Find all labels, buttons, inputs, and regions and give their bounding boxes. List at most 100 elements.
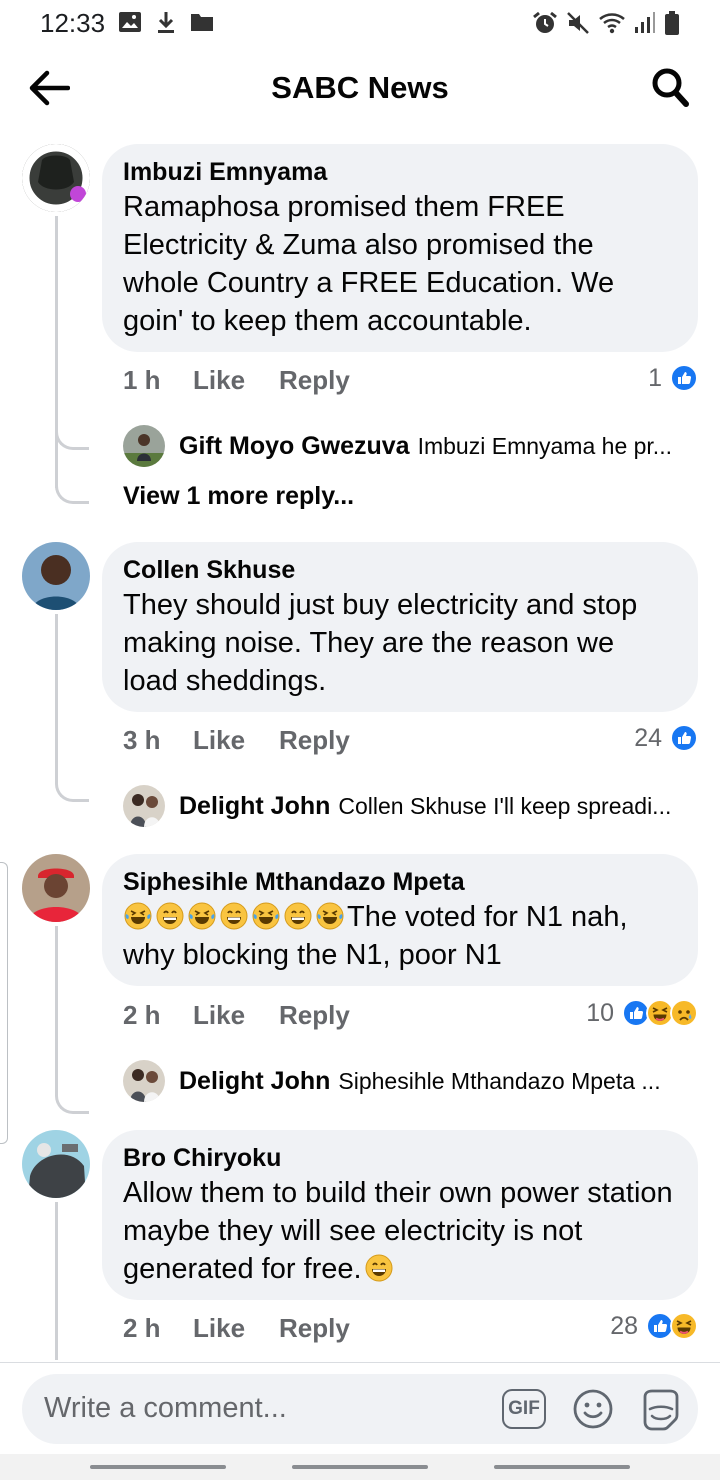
like-reaction-icon [670, 724, 698, 752]
comment-actions: 2 h Like Reply [123, 997, 350, 1033]
emoji-group [123, 901, 347, 933]
reply-button[interactable]: Reply [279, 365, 350, 396]
reaction-count: 24 [634, 723, 662, 752]
comment-bubble[interactable]: Bro Chiryoku Allow them to build their o… [102, 1130, 698, 1300]
grin-emoji [283, 901, 313, 931]
comment-time[interactable]: 2 h [123, 1000, 193, 1031]
reply-preview[interactable]: Delight John Collen Skhuse I'll keep spr… [123, 785, 703, 827]
reply-connector [55, 480, 89, 504]
folder-icon [190, 12, 214, 37]
laughing-tears-emoji [251, 901, 281, 931]
laughing-tears-emoji [123, 901, 153, 931]
signal-icon [634, 11, 656, 40]
wifi-icon [598, 11, 626, 40]
page-title: SABC News [271, 70, 449, 105]
haha-reaction-icon [670, 1312, 698, 1340]
laughing-tears-emoji [187, 901, 217, 931]
reply-connector [55, 1090, 89, 1114]
edge-scroll-indicator [0, 862, 8, 1144]
reaction-count: 10 [586, 998, 614, 1027]
avatar[interactable] [123, 1060, 165, 1102]
status-left-icons [118, 10, 214, 39]
comment-input-placeholder: Write a comment... [44, 1392, 287, 1424]
nav-home-button[interactable] [292, 1465, 428, 1469]
reply-snippet: Collen Skhuse I'll keep spreadi... [338, 792, 672, 819]
avatar[interactable] [22, 854, 90, 922]
image-icon [118, 11, 142, 38]
thread-line [55, 614, 58, 780]
nav-recent-button[interactable] [90, 1465, 226, 1469]
comment-text: The voted for N1 nah, why blocking the N… [123, 898, 677, 974]
comment-list: Imbuzi Emnyama Ramaphosa promised them F… [0, 134, 720, 1360]
comment-actions: 3 h Like Reply [123, 722, 350, 758]
comment-bubble[interactable]: Collen Skhuse They should just buy elect… [102, 542, 698, 712]
reply-author[interactable]: Delight John [179, 792, 330, 821]
comment-time[interactable]: 2 h [123, 1313, 193, 1344]
reply-preview[interactable]: Gift Moyo Gwezuva Imbuzi Emnyama he pr..… [123, 425, 703, 467]
comment-text: Ramaphosa promised them FREE Electricity… [123, 191, 615, 337]
avatar[interactable] [22, 144, 90, 212]
thread-line [55, 1202, 58, 1360]
emoji-button[interactable] [572, 1388, 614, 1430]
comment-bubble[interactable]: Imbuzi Emnyama Ramaphosa promised them F… [102, 144, 698, 352]
comment-text-content: Allow them to build their own power stat… [123, 1177, 673, 1285]
reply-button[interactable]: Reply [279, 1313, 350, 1344]
avatar[interactable] [22, 542, 90, 610]
avatar[interactable] [123, 785, 165, 827]
status-time: 12:33 [40, 8, 106, 38]
comment-text: Allow them to build their own power stat… [123, 1174, 677, 1288]
search-button[interactable] [650, 66, 690, 108]
sticker-button[interactable] [639, 1387, 683, 1431]
like-button[interactable]: Like [193, 365, 279, 396]
comment-text: They should just buy electricity and sto… [123, 589, 638, 697]
avatar[interactable] [123, 425, 165, 467]
reply-button[interactable]: Reply [279, 1000, 350, 1031]
grin-emoji [219, 901, 249, 931]
like-button[interactable]: Like [193, 725, 279, 756]
reaction-summary[interactable]: 1 [648, 360, 698, 396]
comment-bubble[interactable]: Siphesihle Mthandazo Mpeta The voted for… [102, 854, 698, 986]
comment-author[interactable]: Collen Skhuse [123, 554, 677, 586]
comment-input[interactable]: Write a comment... GIF [22, 1374, 698, 1444]
mute-icon [566, 11, 590, 40]
reaction-summary[interactable]: 24 [634, 720, 698, 756]
avatar[interactable] [22, 1130, 90, 1198]
reply-author[interactable]: Gift Moyo Gwezuva [179, 432, 410, 461]
reply-connector [55, 778, 89, 802]
search-icon [652, 68, 689, 107]
comment-author[interactable]: Siphesihle Mthandazo Mpeta [123, 866, 677, 898]
alarm-icon [532, 11, 558, 40]
reaction-summary[interactable]: 28 [610, 1308, 698, 1344]
grin-emoji [155, 901, 185, 931]
like-reaction-icon [670, 364, 698, 392]
smiley-icon [573, 1389, 613, 1429]
reply-button[interactable]: Reply [279, 725, 350, 756]
sad-reaction-icon [670, 999, 698, 1027]
view-more-replies-link[interactable]: View 1 more reply... [123, 482, 354, 511]
reaction-summary[interactable]: 10 [586, 995, 698, 1031]
battery-icon [664, 10, 680, 41]
thread-line [55, 926, 58, 1092]
reaction-count: 28 [610, 1311, 638, 1340]
app-header: SABC News [0, 44, 720, 134]
gif-button[interactable]: GIF [502, 1389, 546, 1429]
comment-author[interactable]: Imbuzi Emnyama [123, 156, 677, 188]
reply-snippet: Imbuzi Emnyama he pr... [417, 432, 672, 459]
reply-author[interactable]: Delight John [179, 1067, 330, 1096]
comment-time[interactable]: 3 h [123, 725, 193, 756]
comment-author[interactable]: Bro Chiryoku [123, 1142, 677, 1174]
like-button[interactable]: Like [193, 1000, 279, 1031]
comment-actions: 2 h Like Reply [123, 1310, 350, 1346]
download-icon [156, 10, 176, 39]
reaction-count: 1 [648, 363, 662, 392]
grin-emoji [364, 1253, 394, 1283]
like-button[interactable]: Like [193, 1313, 279, 1344]
system-nav-bar [0, 1454, 720, 1480]
laughing-tears-emoji [315, 901, 345, 931]
thread-line [55, 216, 58, 488]
comment-time[interactable]: 1 h [123, 365, 193, 396]
comment-actions: 1 h Like Reply [123, 362, 350, 398]
reply-preview[interactable]: Delight John Siphesihle Mthandazo Mpeta … [123, 1060, 703, 1102]
status-bar: 12:33 [0, 0, 720, 44]
nav-back-button[interactable] [494, 1465, 630, 1469]
